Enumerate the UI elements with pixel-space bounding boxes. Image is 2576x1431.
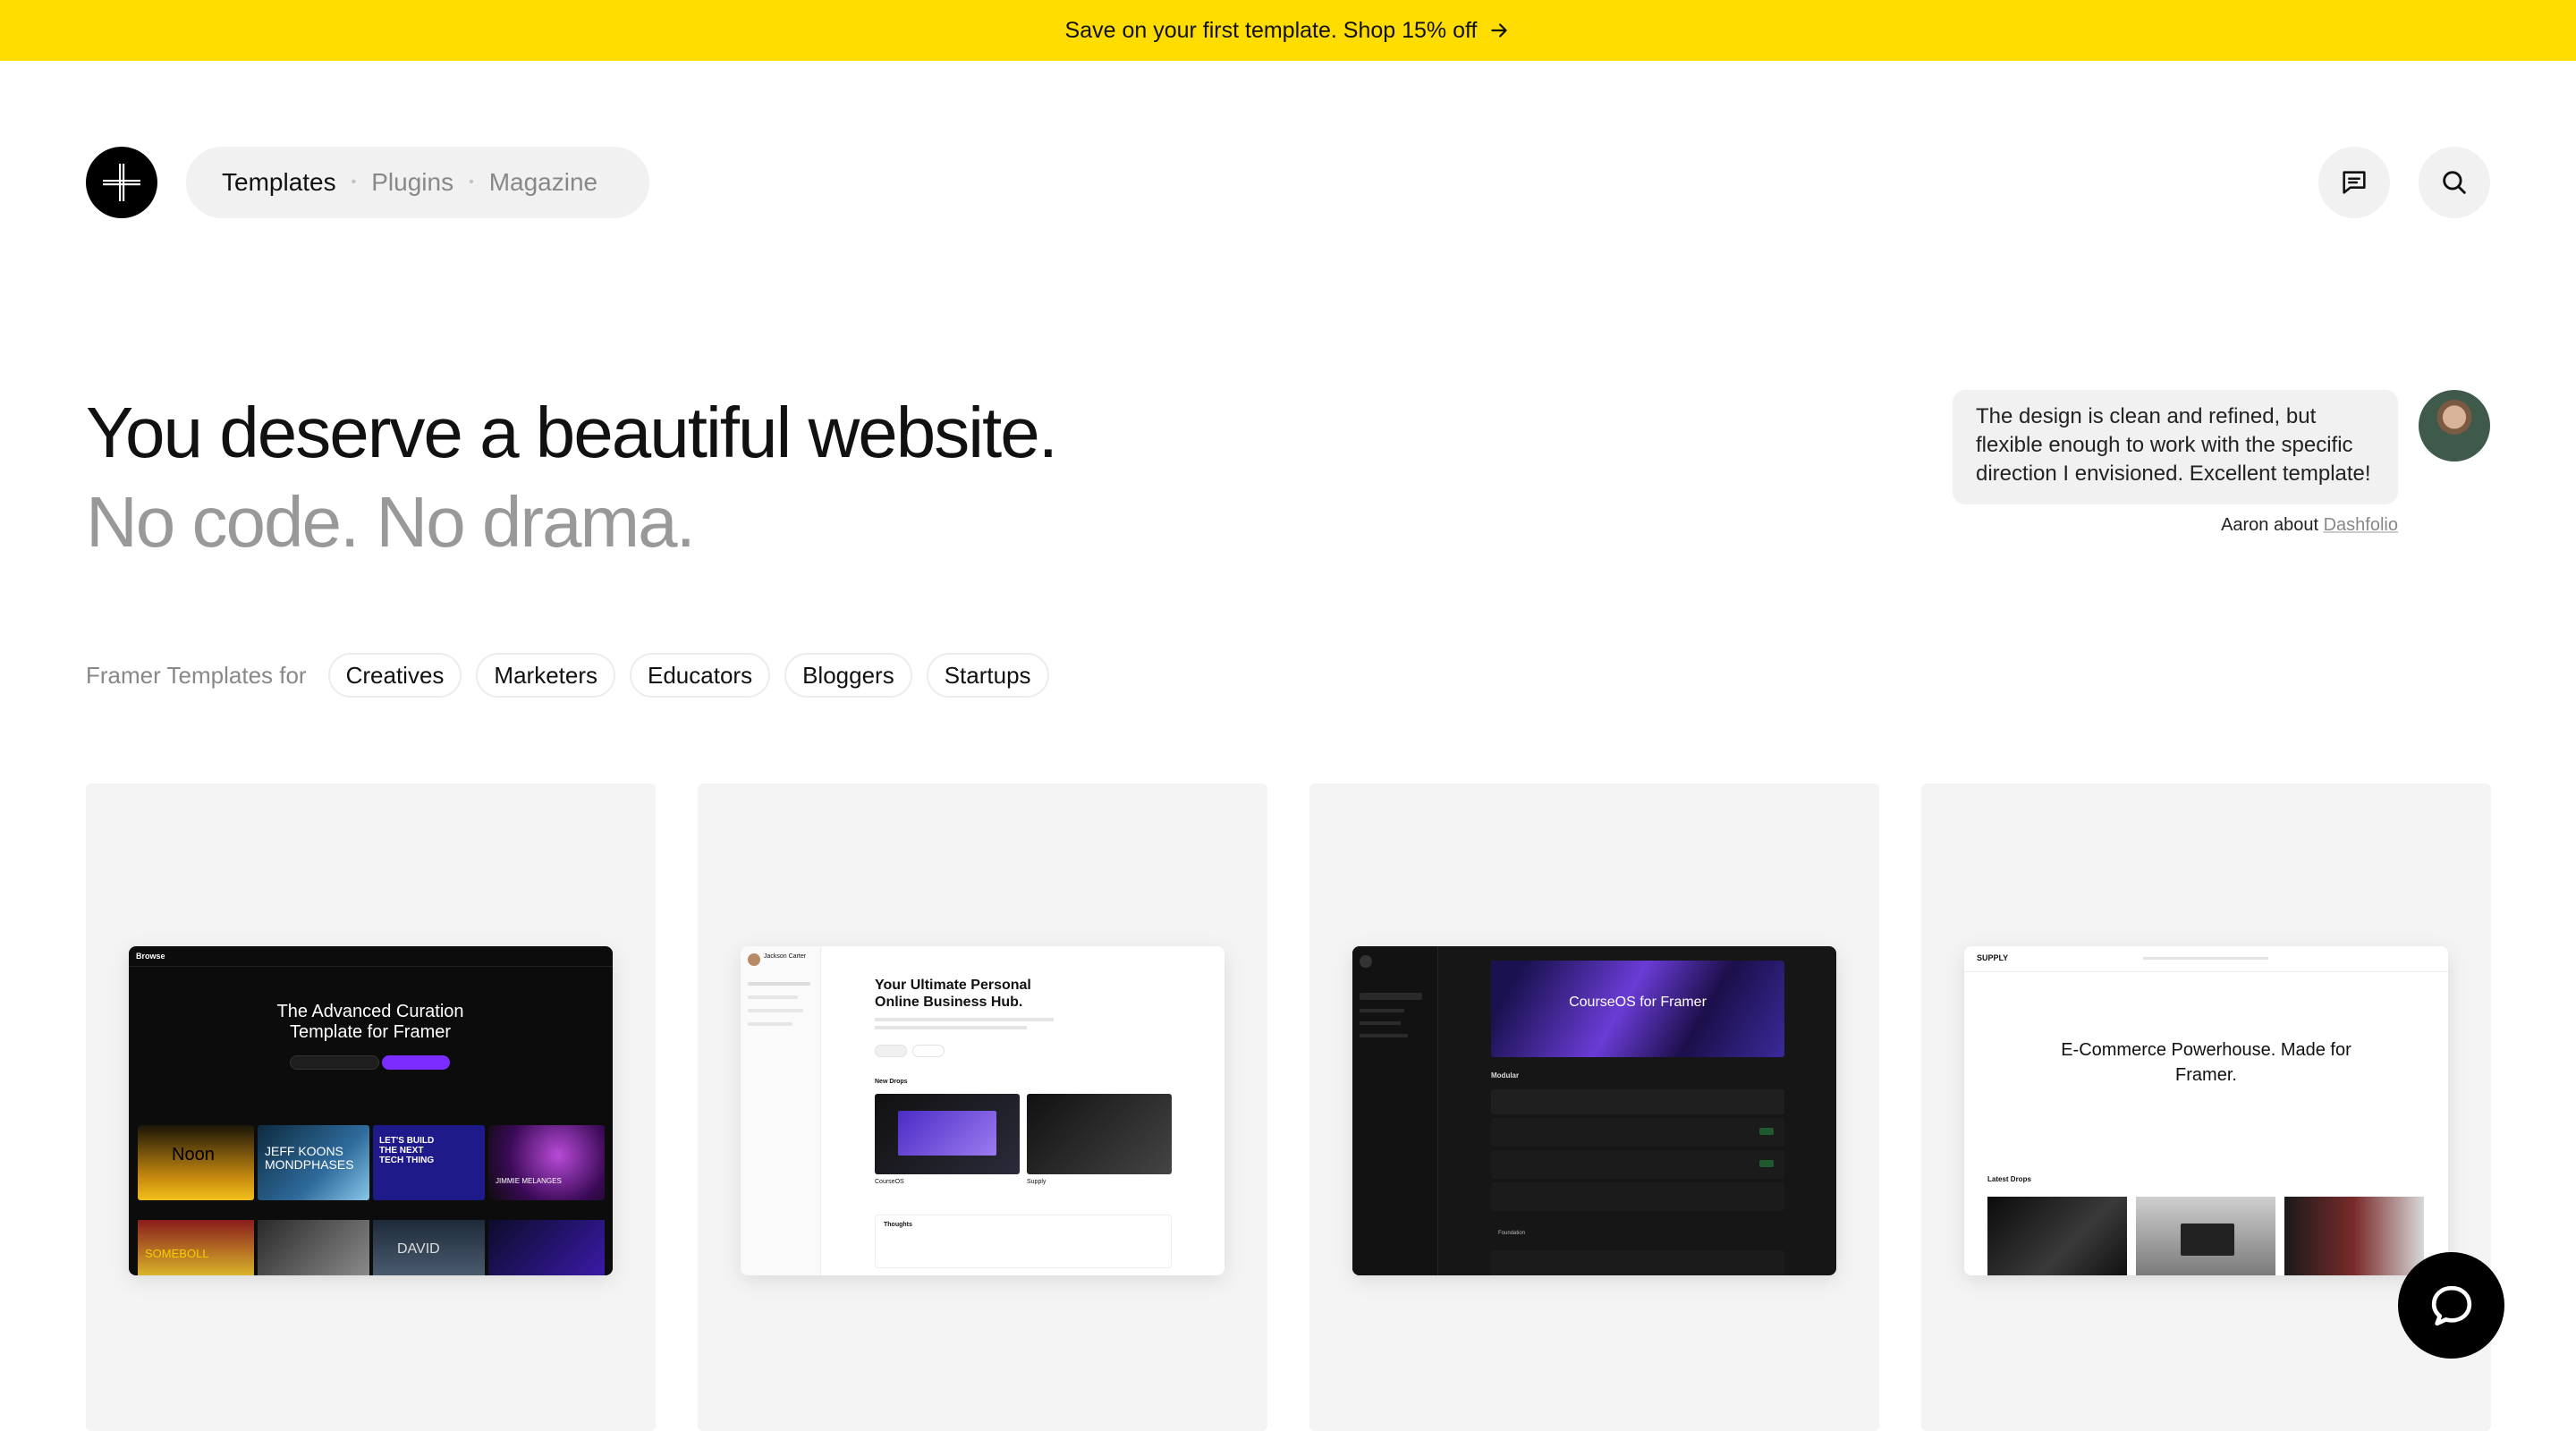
chip-startups[interactable]: Startups [926,653,1049,698]
preview-avatar [748,953,760,966]
preview-tile-label: Noon [172,1145,215,1164]
preview-pill [875,1045,907,1057]
preview-lesson-row [1491,1150,1784,1179]
preview-heading: The Advanced Curation Template for Frame… [276,1002,464,1042]
preview-thoughts-box [875,1215,1172,1268]
feedback-button[interactable] [2318,147,2390,218]
preview-divider [129,966,613,967]
testimonial-author: Aaron about [2221,515,2319,535]
template-preview: SUPPLY E-Commerce Powerhouse. Made for F… [1964,946,2448,1275]
preview-drop-label: Supply [1027,1179,1046,1185]
nav-templates[interactable]: Templates [222,168,336,197]
preview-menu-line [748,995,798,999]
preview-heading: E-Commerce Powerhouse. Made for Framer. [2061,1040,2351,1085]
testimonial-quote: The design is clean and refined, but fle… [1953,390,2398,504]
preview-email-input [290,1055,379,1070]
preview-menu-line [748,1009,803,1012]
preview-nav-line [2143,957,2268,960]
chip-marketers[interactable]: Marketers [476,653,615,698]
preview-tile [488,1220,605,1275]
preview-product-image [2284,1197,2424,1275]
preview-tile-label: JEFF KOONS MONDPHASES [265,1144,354,1172]
preview-menu-line [1360,1021,1401,1025]
preview-drop-image [898,1111,996,1156]
nav-separator: • [351,174,357,190]
promo-banner[interactable]: Save on your first template. Shop 15% of… [0,0,2576,61]
category-label: Framer Templates for [86,661,307,689]
chip-educators[interactable]: Educators [630,653,771,698]
preview-menu-line [748,1022,792,1026]
framer-logo[interactable] [86,147,157,218]
template-card[interactable]: Jackson Carter Your Ultimate Personal On… [698,783,1267,1431]
preview-tile-label: SOMEBOLL [145,1247,209,1260]
preview-heading: Your Ultimate Personal Online Business H… [875,978,1031,1010]
preview-section-title: Latest Drops [1987,1175,2031,1183]
promo-text: Save on your first template. Shop 15% of… [1064,17,1478,43]
preview-check-badge [1759,1128,1774,1135]
template-card[interactable]: CourseOS for Framer Modular Foundation [1309,783,1879,1431]
preview-tile [488,1125,605,1200]
search-icon [2443,171,2466,194]
preview-product-image [1987,1197,2127,1275]
chip-creatives[interactable]: Creatives [327,653,462,698]
preview-lesson-row [1491,1182,1784,1211]
preview-check-badge [1759,1160,1774,1167]
nav-magazine[interactable]: Magazine [489,168,597,197]
preview-heading: CourseOS for Framer [1569,995,1707,1010]
testimonial-attribution: Aaron about Dashfolio [2221,515,2398,536]
template-preview: Jackson Carter Your Ultimate Personal On… [741,946,1224,1275]
preview-tile-label: LET'S BUILD THE NEXT TECH THING [379,1136,435,1165]
framer-logo-icon [103,164,140,201]
template-preview: CourseOS for Framer Modular Foundation [1352,946,1836,1275]
preview-menu-line [748,982,810,986]
preview-brand: SUPPLY [1977,953,2009,962]
arrow-right-icon [1491,23,1508,38]
chip-bloggers[interactable]: Bloggers [784,653,912,698]
preview-menu-line [1360,1034,1408,1037]
preview-laptop-shape [2181,1224,2234,1256]
preview-brand: Browse [136,952,165,961]
preview-profile-name: Jackson Carter [764,953,807,960]
preview-lesson-row [1491,1250,1784,1275]
hero-title: You deserve a beautiful website. [86,393,1058,472]
preview-subscribe-button [382,1055,450,1070]
nav-separator: • [469,174,474,190]
preview-divider [1964,971,2448,972]
search-button[interactable] [2419,147,2490,218]
preview-menu-line [1360,1009,1404,1012]
category-filter: Framer Templates for Creatives Marketers… [86,653,1063,698]
main-nav: Templates • Plugins • Magazine [186,147,649,218]
preview-drop-label: CourseOS [875,1179,904,1185]
preview-module-row [1491,1089,1784,1114]
preview-lesson-row [1491,1118,1784,1147]
nav-plugins[interactable]: Plugins [371,168,453,197]
preview-tile [258,1220,369,1275]
preview-section-title: Modular [1491,1071,1520,1080]
preview-drop-card [1027,1094,1172,1174]
preview-tile-label: JIMMIE MELANGES [496,1177,562,1185]
template-card[interactable]: Browse The Advanced Curation Template fo… [86,783,656,1431]
preview-subsection: Foundation [1498,1231,1526,1236]
testimonial-template-link[interactable]: Dashfolio [2324,515,2398,535]
preview-pill [912,1045,945,1057]
chat-widget-button[interactable] [2398,1252,2504,1359]
preview-body-line [875,1026,1027,1029]
hero-subtitle: No code. No drama. [86,482,696,562]
preview-thoughts-title: Thoughts [884,1222,912,1228]
preview-menu-active [1360,993,1422,1000]
avatar [2419,390,2490,461]
preview-tile-label: DAVID [397,1241,440,1257]
preview-section-title: New Drops [875,1079,908,1085]
chat-bubble-icon [2431,1285,2471,1325]
preview-body-line [875,1018,1054,1021]
preview-logo [1360,955,1372,968]
template-preview: Browse The Advanced Curation Template fo… [129,946,613,1275]
message-square-icon [2343,171,2366,194]
